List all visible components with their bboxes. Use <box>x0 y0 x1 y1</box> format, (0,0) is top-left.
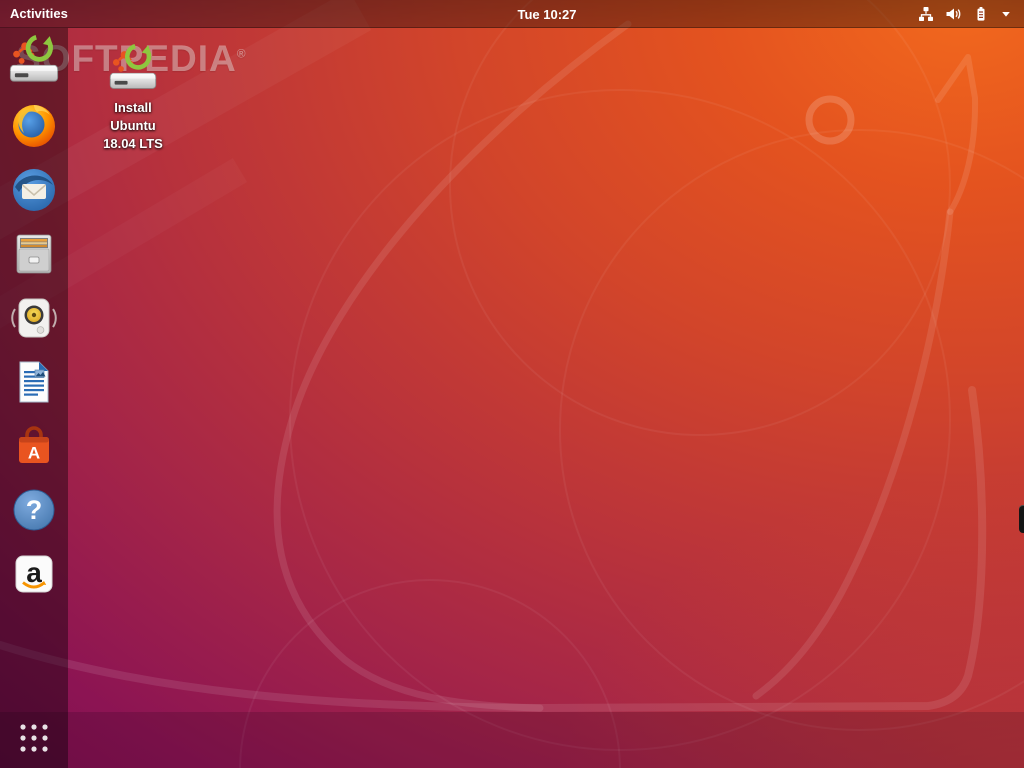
dock-item-firefox[interactable] <box>4 96 64 156</box>
network-icon <box>918 6 934 22</box>
firefox-icon <box>10 102 58 150</box>
ubuntu-software-icon <box>10 422 58 470</box>
show-applications-grid-icon <box>19 723 49 753</box>
chevron-down-icon <box>1000 8 1012 20</box>
install-ubuntu-drive-icon <box>107 44 159 96</box>
registered-mark: ® <box>237 47 247 61</box>
rhythmbox-icon <box>10 294 58 342</box>
thunderbird-icon <box>10 166 58 214</box>
dock <box>0 28 68 768</box>
install-ubuntu-shortcut-label: Install Ubuntu 18.04 LTS <box>103 99 163 153</box>
top-bar: Activities Tue 10:27 <box>0 0 1024 28</box>
system-menu[interactable] <box>906 0 1024 28</box>
clock-button[interactable]: Tue 10:27 <box>517 0 576 28</box>
dock-item-libreoffice-writer[interactable] <box>4 352 64 412</box>
files-cabinet-icon <box>10 230 58 278</box>
dock-item-files[interactable] <box>4 224 64 284</box>
help-icon <box>10 486 58 534</box>
amazon-icon <box>10 550 58 598</box>
libreoffice-writer-icon <box>10 358 58 406</box>
install-label-line3: 18.04 LTS <box>103 135 163 153</box>
edge-cursor-nub <box>1019 505 1024 533</box>
show-applications-button[interactable] <box>4 712 64 764</box>
battery-icon <box>973 6 989 22</box>
dock-item-ubuntu-software[interactable] <box>4 416 64 476</box>
volume-icon <box>945 6 962 22</box>
dock-item-rhythmbox[interactable] <box>4 288 64 348</box>
dock-item-installer[interactable] <box>4 32 64 92</box>
activities-button[interactable]: Activities <box>0 0 78 27</box>
install-label-line2: Ubuntu <box>103 117 163 135</box>
install-ubuntu-drive-icon <box>7 35 61 89</box>
dock-item-help[interactable] <box>4 480 64 540</box>
install-label-line1: Install <box>103 99 163 117</box>
install-ubuntu-shortcut[interactable]: Install Ubuntu 18.04 LTS <box>99 44 167 153</box>
dock-item-amazon[interactable] <box>4 544 64 604</box>
dock-item-thunderbird[interactable] <box>4 160 64 220</box>
